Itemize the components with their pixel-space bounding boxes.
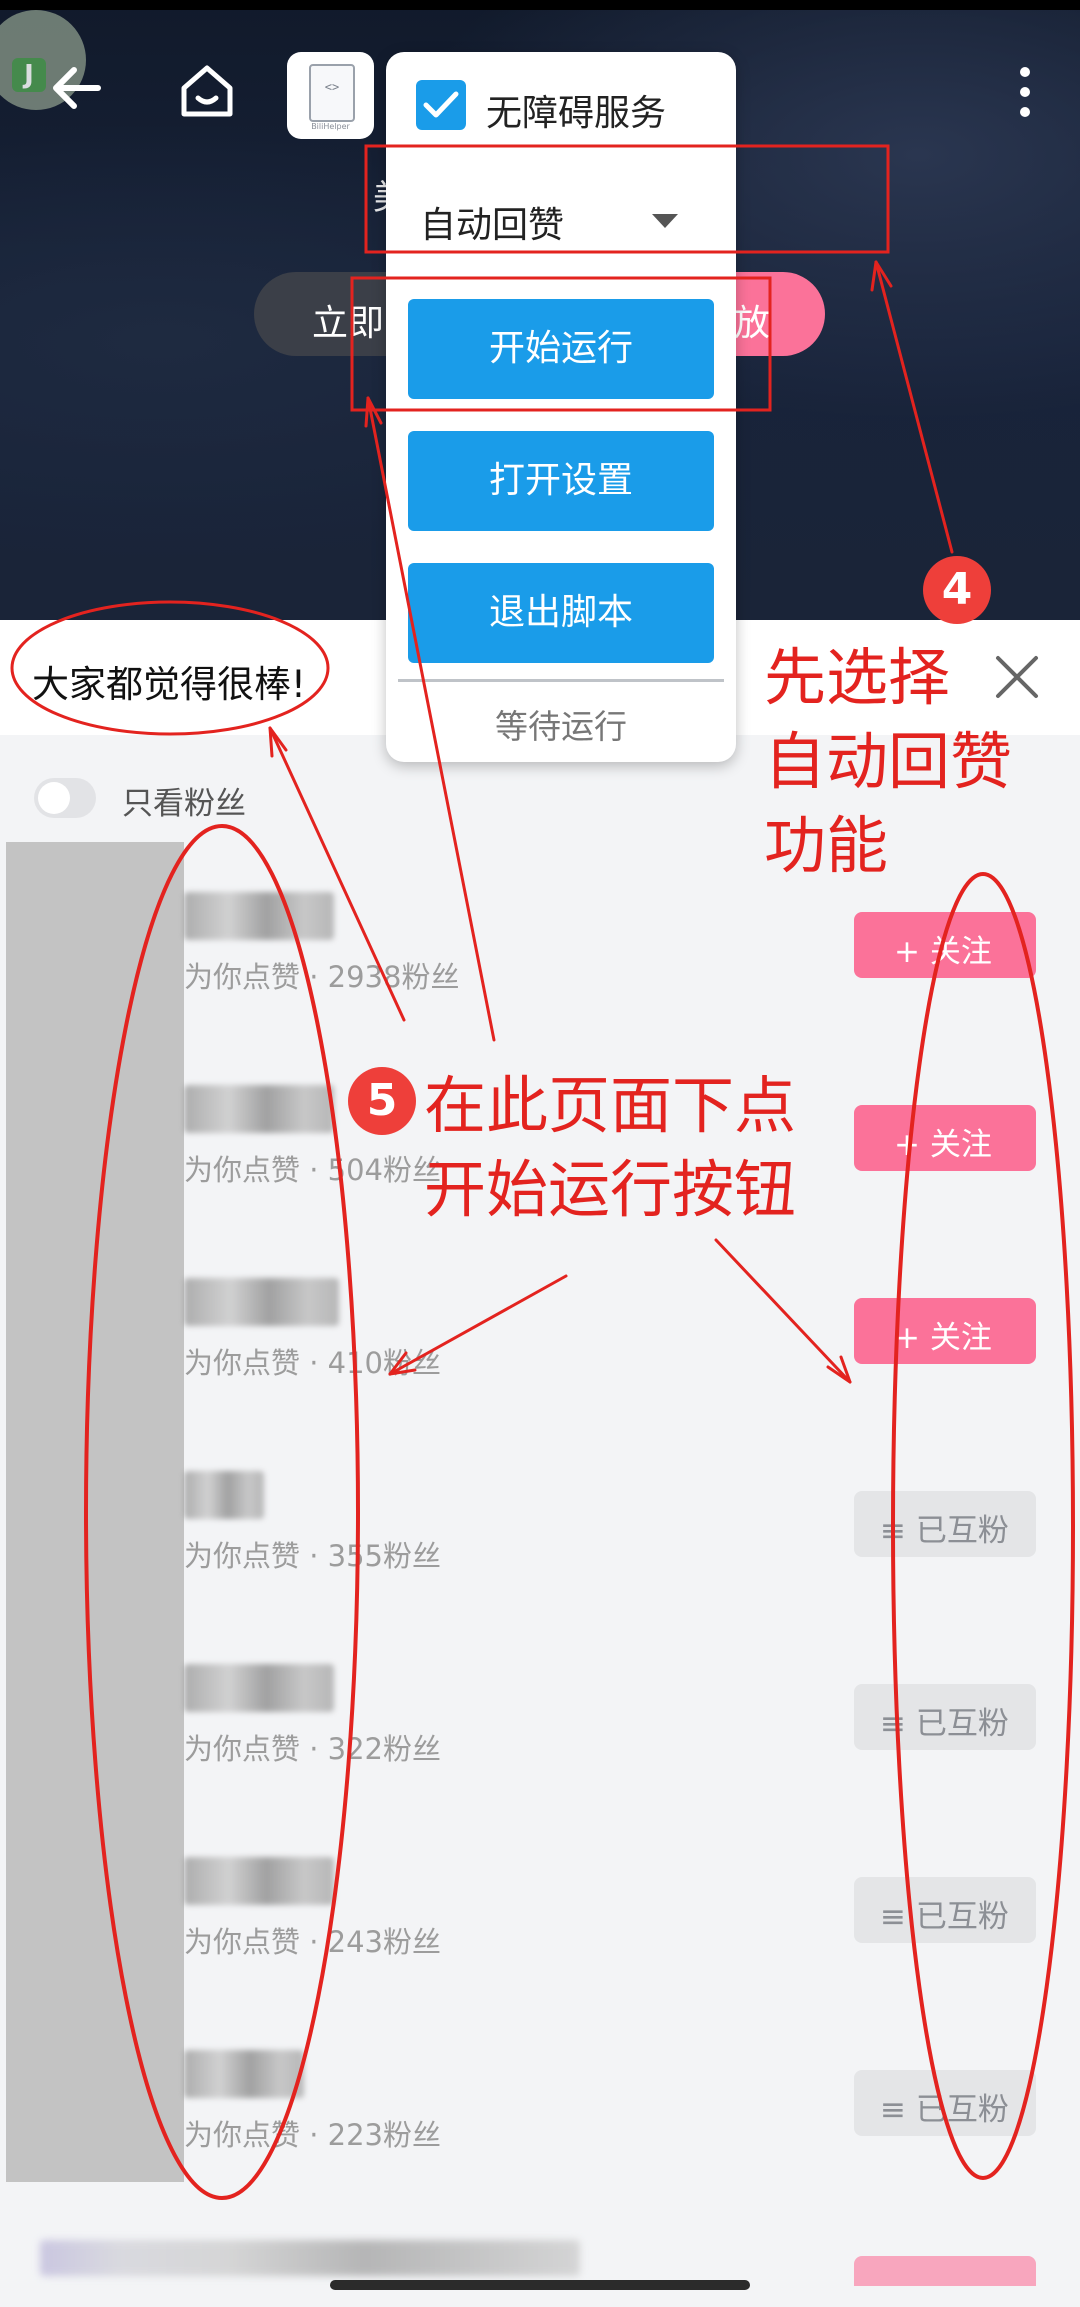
partial-follow-button[interactable]	[854, 2256, 1036, 2286]
mutual-follow-button[interactable]: ≡ 已互粉	[854, 1684, 1036, 1750]
list-item[interactable]: 为你点赞 · 355粉丝 ≡ 已互粉	[0, 1471, 1080, 1661]
function-dropdown[interactable]: 自动回赞	[420, 192, 690, 252]
dropdown-value: 自动回赞	[420, 205, 565, 246]
open-settings-button[interactable]: 打开设置	[408, 431, 714, 531]
comment-title: 大家都觉得很棒!	[32, 663, 306, 706]
follow-label: + 关注	[894, 934, 992, 970]
row-subtitle: 为你点赞 · 223粉丝	[184, 2118, 442, 2152]
fans-only-toggle[interactable]	[34, 778, 96, 818]
app-tile-caption: BiliHelper	[311, 122, 350, 131]
mutual-label: ≡ 已互粉	[880, 1706, 1009, 1742]
accessibility-label: 无障碍服务	[486, 93, 667, 134]
mutual-follow-button[interactable]: ≡ 已互粉	[854, 1877, 1036, 1943]
accessibility-checkbox[interactable]	[416, 80, 466, 130]
step-4-line-1: 先选择	[764, 641, 951, 714]
follow-button[interactable]: + 关注	[854, 1298, 1036, 1364]
checkmark-icon	[423, 91, 459, 118]
step-5-note: 在此页面下点 开始运行按钮	[424, 1064, 796, 1232]
redacted-username	[184, 892, 334, 940]
exit-script-button[interactable]: 退出脚本	[408, 563, 714, 663]
mutual-follow-button[interactable]: ≡ 已互粉	[854, 2070, 1036, 2136]
fans-only-label: 只看粉丝	[122, 786, 246, 822]
pink-action-label: 放	[734, 303, 771, 344]
step-4-badge: 4	[923, 556, 991, 624]
mutual-label: ≡ 已互粉	[880, 1513, 1009, 1549]
step-4-note: 先选择 自动回赞 功能	[764, 636, 1012, 888]
back-arrow-icon[interactable]	[48, 60, 104, 120]
row-subtitle: 为你点赞 · 243粉丝	[184, 1925, 442, 1959]
list-item[interactable]: 为你点赞 · 410粉丝 + 关注	[0, 1278, 1080, 1468]
mutual-label: ≡ 已互粉	[880, 1899, 1009, 1935]
js-icon: J	[12, 58, 46, 92]
home-indicator[interactable]	[330, 2280, 750, 2290]
bilihelper-app-tile[interactable]: <> BiliHelper	[287, 52, 374, 139]
list-item[interactable]: 为你点赞 · 322粉丝 ≡ 已互粉	[0, 1664, 1080, 1854]
status-strip	[0, 0, 1080, 10]
list-item[interactable]: 为你点赞 · 243粉丝 ≡ 已互粉	[0, 1857, 1080, 2047]
redacted-username	[184, 2050, 304, 2098]
redacted-username	[184, 1471, 264, 1519]
step-4-line-2: 自动回赞	[764, 725, 1013, 798]
caret-down-icon	[652, 214, 678, 228]
redacted-partial-row	[40, 2240, 580, 2276]
mutual-follow-button[interactable]: ≡ 已互粉	[854, 1491, 1036, 1557]
redacted-username	[184, 1664, 334, 1712]
step-4-line-3: 功能	[764, 809, 889, 882]
redacted-username	[184, 1085, 334, 1133]
file-code-icon: <>	[309, 64, 355, 122]
script-control-panel: 无障碍服务 自动回赞 开始运行 打开设置 退出脚本 等待运行	[386, 52, 736, 762]
step-5-badge: 5	[348, 1067, 416, 1135]
run-status: 等待运行	[495, 707, 627, 746]
popup-divider	[398, 679, 724, 682]
follow-button[interactable]: + 关注	[854, 912, 1036, 978]
row-subtitle: 为你点赞 · 355粉丝	[184, 1539, 442, 1573]
play-now-label: 立即	[312, 303, 385, 344]
redacted-username	[184, 1857, 334, 1905]
step-5-line-2: 开始运行按钮	[424, 1153, 797, 1226]
list-item[interactable]: 为你点赞 · 2938粉丝 + 关注	[0, 892, 1080, 1082]
list-item[interactable]: 为你点赞 · 223粉丝 ≡ 已互粉	[0, 2050, 1080, 2240]
follow-label: + 关注	[894, 1320, 992, 1356]
start-run-button[interactable]: 开始运行	[408, 299, 714, 399]
home-icon[interactable]	[176, 60, 238, 126]
more-menu-icon[interactable]	[1010, 62, 1040, 126]
row-subtitle: 为你点赞 · 2938粉丝	[184, 960, 460, 994]
row-subtitle: 为你点赞 · 322粉丝	[184, 1732, 442, 1766]
mutual-label: ≡ 已互粉	[880, 2092, 1009, 2128]
follow-button[interactable]: + 关注	[854, 1105, 1036, 1171]
row-subtitle: 为你点赞 · 410粉丝	[184, 1346, 442, 1380]
follow-label: + 关注	[894, 1127, 992, 1163]
row-subtitle: 为你点赞 · 504粉丝	[184, 1153, 442, 1187]
step-5-line-1: 在此页面下点	[424, 1069, 797, 1142]
redacted-username	[184, 1278, 339, 1326]
